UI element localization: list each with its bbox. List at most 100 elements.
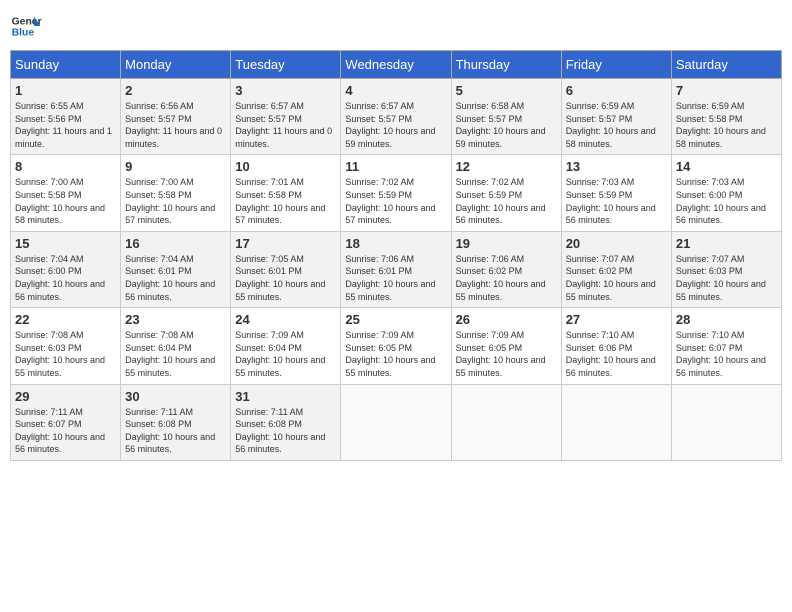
day-info: Sunrise: 7:08 AM Sunset: 6:04 PM Dayligh… xyxy=(125,329,226,379)
day-info: Sunrise: 6:57 AM Sunset: 5:57 PM Dayligh… xyxy=(235,100,336,150)
day-number: 18 xyxy=(345,236,446,251)
day-number: 27 xyxy=(566,312,667,327)
day-info: Sunrise: 7:10 AM Sunset: 6:07 PM Dayligh… xyxy=(676,329,777,379)
day-info: Sunrise: 7:07 AM Sunset: 6:02 PM Dayligh… xyxy=(566,253,667,303)
day-info: Sunrise: 6:59 AM Sunset: 5:58 PM Dayligh… xyxy=(676,100,777,150)
empty-cell xyxy=(451,384,561,460)
calendar-day-28: 28 Sunrise: 7:10 AM Sunset: 6:07 PM Dayl… xyxy=(671,308,781,384)
day-number: 4 xyxy=(345,83,446,98)
calendar-table: SundayMondayTuesdayWednesdayThursdayFrid… xyxy=(10,50,782,461)
calendar-day-23: 23 Sunrise: 7:08 AM Sunset: 6:04 PM Dayl… xyxy=(121,308,231,384)
day-number: 19 xyxy=(456,236,557,251)
logo: General Blue xyxy=(10,10,42,42)
day-number: 26 xyxy=(456,312,557,327)
day-number: 7 xyxy=(676,83,777,98)
calendar-day-13: 13 Sunrise: 7:03 AM Sunset: 5:59 PM Dayl… xyxy=(561,155,671,231)
calendar-day-22: 22 Sunrise: 7:08 AM Sunset: 6:03 PM Dayl… xyxy=(11,308,121,384)
calendar-day-30: 30 Sunrise: 7:11 AM Sunset: 6:08 PM Dayl… xyxy=(121,384,231,460)
header-day-saturday: Saturday xyxy=(671,51,781,79)
calendar-day-3: 3 Sunrise: 6:57 AM Sunset: 5:57 PM Dayli… xyxy=(231,79,341,155)
calendar-day-17: 17 Sunrise: 7:05 AM Sunset: 6:01 PM Dayl… xyxy=(231,231,341,307)
day-number: 9 xyxy=(125,159,226,174)
day-info: Sunrise: 6:59 AM Sunset: 5:57 PM Dayligh… xyxy=(566,100,667,150)
day-info: Sunrise: 7:11 AM Sunset: 6:07 PM Dayligh… xyxy=(15,406,116,456)
calendar-day-18: 18 Sunrise: 7:06 AM Sunset: 6:01 PM Dayl… xyxy=(341,231,451,307)
day-number: 29 xyxy=(15,389,116,404)
day-info: Sunrise: 7:07 AM Sunset: 6:03 PM Dayligh… xyxy=(676,253,777,303)
day-info: Sunrise: 7:09 AM Sunset: 6:05 PM Dayligh… xyxy=(456,329,557,379)
calendar-day-12: 12 Sunrise: 7:02 AM Sunset: 5:59 PM Dayl… xyxy=(451,155,561,231)
day-info: Sunrise: 6:56 AM Sunset: 5:57 PM Dayligh… xyxy=(125,100,226,150)
day-number: 31 xyxy=(235,389,336,404)
day-number: 13 xyxy=(566,159,667,174)
day-number: 11 xyxy=(345,159,446,174)
day-number: 20 xyxy=(566,236,667,251)
calendar-day-1: 1 Sunrise: 6:55 AM Sunset: 5:56 PM Dayli… xyxy=(11,79,121,155)
day-info: Sunrise: 7:09 AM Sunset: 6:05 PM Dayligh… xyxy=(345,329,446,379)
calendar-day-21: 21 Sunrise: 7:07 AM Sunset: 6:03 PM Dayl… xyxy=(671,231,781,307)
day-info: Sunrise: 6:57 AM Sunset: 5:57 PM Dayligh… xyxy=(345,100,446,150)
day-number: 25 xyxy=(345,312,446,327)
calendar-week-1: 1 Sunrise: 6:55 AM Sunset: 5:56 PM Dayli… xyxy=(11,79,782,155)
header-day-sunday: Sunday xyxy=(11,51,121,79)
day-number: 17 xyxy=(235,236,336,251)
header-day-wednesday: Wednesday xyxy=(341,51,451,79)
day-number: 14 xyxy=(676,159,777,174)
day-number: 3 xyxy=(235,83,336,98)
day-info: Sunrise: 7:04 AM Sunset: 6:00 PM Dayligh… xyxy=(15,253,116,303)
calendar-week-3: 15 Sunrise: 7:04 AM Sunset: 6:00 PM Dayl… xyxy=(11,231,782,307)
day-number: 8 xyxy=(15,159,116,174)
header-day-thursday: Thursday xyxy=(451,51,561,79)
calendar-day-15: 15 Sunrise: 7:04 AM Sunset: 6:00 PM Dayl… xyxy=(11,231,121,307)
day-number: 15 xyxy=(15,236,116,251)
calendar-day-20: 20 Sunrise: 7:07 AM Sunset: 6:02 PM Dayl… xyxy=(561,231,671,307)
calendar-day-19: 19 Sunrise: 7:06 AM Sunset: 6:02 PM Dayl… xyxy=(451,231,561,307)
logo-icon: General Blue xyxy=(10,10,42,42)
day-number: 6 xyxy=(566,83,667,98)
day-info: Sunrise: 7:00 AM Sunset: 5:58 PM Dayligh… xyxy=(125,176,226,226)
day-info: Sunrise: 6:58 AM Sunset: 5:57 PM Dayligh… xyxy=(456,100,557,150)
day-number: 1 xyxy=(15,83,116,98)
day-number: 12 xyxy=(456,159,557,174)
day-number: 23 xyxy=(125,312,226,327)
calendar-day-7: 7 Sunrise: 6:59 AM Sunset: 5:58 PM Dayli… xyxy=(671,79,781,155)
day-info: Sunrise: 7:00 AM Sunset: 5:58 PM Dayligh… xyxy=(15,176,116,226)
day-info: Sunrise: 7:02 AM Sunset: 5:59 PM Dayligh… xyxy=(345,176,446,226)
calendar-day-8: 8 Sunrise: 7:00 AM Sunset: 5:58 PM Dayli… xyxy=(11,155,121,231)
calendar-week-2: 8 Sunrise: 7:00 AM Sunset: 5:58 PM Dayli… xyxy=(11,155,782,231)
day-info: Sunrise: 7:10 AM Sunset: 6:06 PM Dayligh… xyxy=(566,329,667,379)
day-number: 2 xyxy=(125,83,226,98)
calendar-day-31: 31 Sunrise: 7:11 AM Sunset: 6:08 PM Dayl… xyxy=(231,384,341,460)
calendar-week-4: 22 Sunrise: 7:08 AM Sunset: 6:03 PM Dayl… xyxy=(11,308,782,384)
calendar-day-27: 27 Sunrise: 7:10 AM Sunset: 6:06 PM Dayl… xyxy=(561,308,671,384)
day-number: 21 xyxy=(676,236,777,251)
calendar-day-2: 2 Sunrise: 6:56 AM Sunset: 5:57 PM Dayli… xyxy=(121,79,231,155)
day-info: Sunrise: 6:55 AM Sunset: 5:56 PM Dayligh… xyxy=(15,100,116,150)
calendar-day-9: 9 Sunrise: 7:00 AM Sunset: 5:58 PM Dayli… xyxy=(121,155,231,231)
calendar-day-24: 24 Sunrise: 7:09 AM Sunset: 6:04 PM Dayl… xyxy=(231,308,341,384)
calendar-day-25: 25 Sunrise: 7:09 AM Sunset: 6:05 PM Dayl… xyxy=(341,308,451,384)
empty-cell xyxy=(341,384,451,460)
day-info: Sunrise: 7:11 AM Sunset: 6:08 PM Dayligh… xyxy=(125,406,226,456)
header: General Blue xyxy=(10,10,782,42)
header-day-tuesday: Tuesday xyxy=(231,51,341,79)
empty-cell xyxy=(561,384,671,460)
day-number: 5 xyxy=(456,83,557,98)
day-number: 22 xyxy=(15,312,116,327)
calendar-day-11: 11 Sunrise: 7:02 AM Sunset: 5:59 PM Dayl… xyxy=(341,155,451,231)
day-info: Sunrise: 7:11 AM Sunset: 6:08 PM Dayligh… xyxy=(235,406,336,456)
day-info: Sunrise: 7:04 AM Sunset: 6:01 PM Dayligh… xyxy=(125,253,226,303)
svg-text:Blue: Blue xyxy=(12,28,35,39)
calendar-week-5: 29 Sunrise: 7:11 AM Sunset: 6:07 PM Dayl… xyxy=(11,384,782,460)
day-info: Sunrise: 7:05 AM Sunset: 6:01 PM Dayligh… xyxy=(235,253,336,303)
empty-cell xyxy=(671,384,781,460)
calendar-day-4: 4 Sunrise: 6:57 AM Sunset: 5:57 PM Dayli… xyxy=(341,79,451,155)
day-info: Sunrise: 7:01 AM Sunset: 5:58 PM Dayligh… xyxy=(235,176,336,226)
calendar-day-26: 26 Sunrise: 7:09 AM Sunset: 6:05 PM Dayl… xyxy=(451,308,561,384)
calendar-header-row: SundayMondayTuesdayWednesdayThursdayFrid… xyxy=(11,51,782,79)
day-info: Sunrise: 7:03 AM Sunset: 6:00 PM Dayligh… xyxy=(676,176,777,226)
day-number: 30 xyxy=(125,389,226,404)
day-info: Sunrise: 7:08 AM Sunset: 6:03 PM Dayligh… xyxy=(15,329,116,379)
calendar-day-6: 6 Sunrise: 6:59 AM Sunset: 5:57 PM Dayli… xyxy=(561,79,671,155)
calendar-day-14: 14 Sunrise: 7:03 AM Sunset: 6:00 PM Dayl… xyxy=(671,155,781,231)
